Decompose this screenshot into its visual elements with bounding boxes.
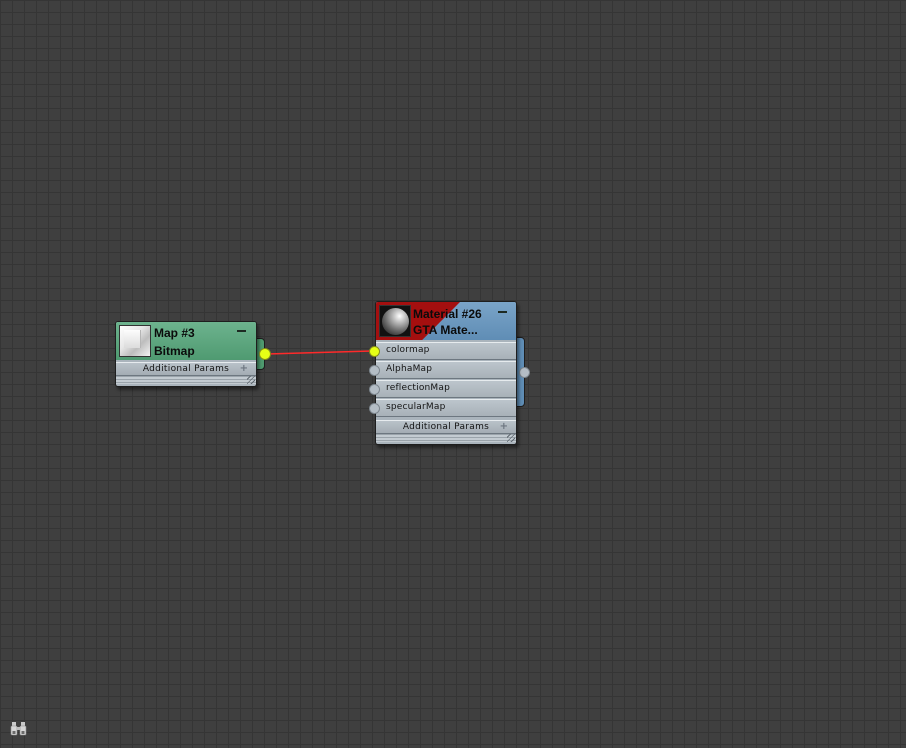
param-label: specularMap bbox=[386, 402, 446, 412]
reflectionmap-input-socket[interactable] bbox=[369, 384, 380, 395]
material-node-body[interactable]: Material #26 GTA Mate... colormap AlphaM… bbox=[375, 301, 517, 445]
bitmap-output-socket[interactable] bbox=[259, 348, 271, 360]
material-output-socket[interactable] bbox=[519, 367, 530, 378]
resize-grip-icon[interactable] bbox=[247, 376, 255, 384]
binoculars-icon[interactable] bbox=[10, 721, 27, 736]
node-editor-view[interactable]: Map #3 Bitmap Additional Params + Materi… bbox=[0, 0, 906, 748]
bitmap-node-type: Bitmap bbox=[154, 344, 195, 358]
colormap-input-socket[interactable] bbox=[369, 346, 380, 357]
minimize-icon[interactable] bbox=[237, 330, 246, 332]
bitmap-node-body[interactable]: Map #3 Bitmap Additional Params + bbox=[115, 321, 257, 387]
material-node-header[interactable]: Material #26 GTA Mate... bbox=[376, 302, 516, 340]
bitmap-node-header[interactable]: Map #3 Bitmap bbox=[116, 322, 256, 360]
bitmap-node[interactable]: Map #3 Bitmap Additional Params + bbox=[115, 321, 271, 389]
bitmap-node-title: Map #3 bbox=[154, 326, 195, 340]
bitmap-additional-params[interactable]: Additional Params + bbox=[116, 362, 256, 375]
additional-params-label: Additional Params bbox=[142, 364, 230, 374]
expand-plus-icon[interactable]: + bbox=[500, 421, 508, 432]
param-row-reflectionmap[interactable]: reflectionMap bbox=[376, 380, 516, 398]
resize-grip-icon[interactable] bbox=[507, 434, 515, 442]
bitmap-node-footer bbox=[116, 375, 256, 384]
bitmap-thumbnail-icon[interactable] bbox=[119, 325, 151, 357]
material-node-footer bbox=[376, 433, 516, 442]
material-node-type: GTA Mate... bbox=[413, 323, 478, 337]
material-node[interactable]: Material #26 GTA Mate... colormap AlphaM… bbox=[369, 301, 531, 447]
additional-params-label: Additional Params bbox=[402, 422, 490, 432]
param-row-colormap[interactable]: colormap bbox=[376, 342, 516, 360]
param-row-alphamap[interactable]: AlphaMap bbox=[376, 361, 516, 379]
minimize-icon[interactable] bbox=[498, 311, 507, 313]
material-node-title: Material #26 bbox=[413, 307, 482, 321]
specularmap-input-socket[interactable] bbox=[369, 403, 380, 414]
material-additional-params[interactable]: Additional Params + bbox=[376, 420, 516, 433]
param-label: reflectionMap bbox=[386, 383, 451, 393]
alphamap-input-socket[interactable] bbox=[369, 365, 380, 376]
expand-plus-icon[interactable]: + bbox=[240, 363, 248, 374]
param-row-specularmap[interactable]: specularMap bbox=[376, 399, 516, 417]
material-sphere-icon[interactable] bbox=[379, 305, 411, 337]
param-label: colormap bbox=[386, 345, 430, 355]
param-label: AlphaMap bbox=[386, 364, 433, 374]
